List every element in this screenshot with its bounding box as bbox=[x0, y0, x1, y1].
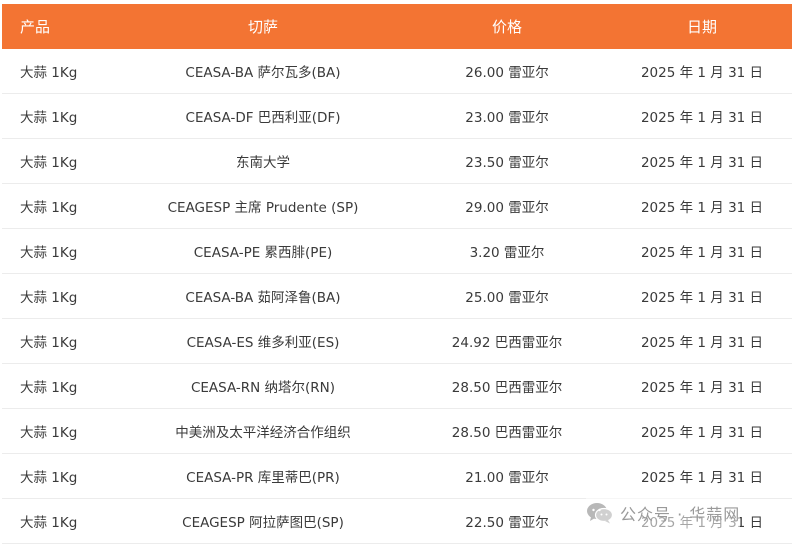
cell-date: 2025 年 1 月 31 日 bbox=[640, 425, 764, 441]
cell-market: CEASA-RN 纳塔尔(RN) bbox=[190, 380, 336, 396]
cell-date: 2025 年 1 月 31 日 bbox=[640, 380, 764, 396]
cell-date: 2025 年 1 月 31 日 bbox=[640, 65, 764, 81]
cell-date: 2025 年 1 月 31 日 bbox=[640, 245, 764, 261]
cell-product: 大蒜 1Kg bbox=[20, 245, 78, 261]
cell-market: CEASA-BA 茹阿泽鲁(BA) bbox=[185, 290, 341, 306]
watermark-text: 公众号 · 华蒜网 bbox=[620, 505, 741, 524]
table-row: 大蒜 1Kg CEASA-BA 萨尔瓦多(BA) 26.00 雷亚尔 2025 … bbox=[2, 49, 792, 94]
table-row: 大蒜 1Kg CEASA-PR 库里蒂巴(PR) 21.00 雷亚尔 2025 … bbox=[2, 454, 792, 499]
table-row: 大蒜 1Kg 中美洲及太平洋经济合作组织 28.50 巴西雷亚尔 2025 年 … bbox=[2, 409, 792, 454]
cell-price: 23.00 雷亚尔 bbox=[465, 110, 549, 126]
cell-date: 2025 年 1 月 31 日 bbox=[640, 110, 764, 126]
table-row: 大蒜 1Kg CEASA-DF 巴西利亚(DF) 23.00 雷亚尔 2025 … bbox=[2, 94, 792, 139]
header-market: 切萨 bbox=[247, 18, 278, 36]
cell-product: 大蒜 1Kg bbox=[20, 65, 78, 81]
cell-product: 大蒜 1Kg bbox=[20, 200, 78, 216]
cell-price: 28.50 巴西雷亚尔 bbox=[451, 425, 563, 441]
cell-price: 22.50 雷亚尔 bbox=[465, 515, 549, 531]
wechat-icon bbox=[587, 503, 614, 524]
cell-market: CEASA-DF 巴西利亚(DF) bbox=[185, 110, 341, 126]
cell-product: 大蒜 1Kg bbox=[20, 335, 78, 351]
cell-market: CEASA-PE 累西腓(PE) bbox=[193, 245, 333, 261]
cell-market: CEASA-PR 库里蒂巴(PR) bbox=[186, 470, 340, 486]
cell-price: 21.00 雷亚尔 bbox=[465, 470, 549, 486]
cell-date: 2025 年 1 月 31 日 bbox=[640, 290, 764, 306]
cell-date: 2025 年 1 月 31 日 bbox=[640, 335, 764, 351]
table-row: 大蒜 1Kg CEASA-RN 纳塔尔(RN) 28.50 巴西雷亚尔 2025… bbox=[2, 364, 792, 409]
table-row: 大蒜 1Kg CEASA-BA 茹阿泽鲁(BA) 25.00 雷亚尔 2025 … bbox=[2, 274, 792, 319]
table-row: 大蒜 1Kg CEASA-ES 维多利亚(ES) 24.92 巴西雷亚尔 202… bbox=[2, 319, 792, 364]
header-price: 价格 bbox=[491, 18, 522, 36]
cell-market: CEASA-ES 维多利亚(ES) bbox=[186, 335, 340, 351]
table-row: 大蒜 1Kg 东南大学 23.50 雷亚尔 2025 年 1 月 31 日 bbox=[2, 139, 792, 184]
cell-product: 大蒜 1Kg bbox=[20, 470, 78, 486]
watermark: 公众号 · 华蒜网 bbox=[586, 498, 741, 528]
header-date: 日期 bbox=[686, 18, 717, 36]
table-row: 大蒜 1Kg CEAGESP 主席 Prudente (SP) 29.00 雷亚… bbox=[2, 184, 792, 229]
cell-product: 大蒜 1Kg bbox=[20, 380, 78, 396]
cell-price: 28.50 巴西雷亚尔 bbox=[451, 380, 563, 396]
cell-product: 大蒜 1Kg bbox=[20, 515, 78, 531]
cell-price: 26.00 雷亚尔 bbox=[465, 65, 549, 81]
cell-market: 中美洲及太平洋经济合作组织 bbox=[175, 425, 351, 441]
cell-product: 大蒜 1Kg bbox=[20, 290, 78, 306]
cell-date: 2025 年 1 月 31 日 bbox=[640, 200, 764, 216]
cell-price: 25.00 雷亚尔 bbox=[465, 290, 549, 306]
cell-product: 大蒜 1Kg bbox=[20, 110, 78, 126]
cell-date: 2025 年 1 月 31 日 bbox=[640, 155, 764, 171]
cell-price: 29.00 雷亚尔 bbox=[465, 200, 549, 216]
cell-date: 2025 年 1 月 31 日 bbox=[640, 470, 764, 486]
header-product: 产品 bbox=[20, 18, 51, 36]
table-header: 产品 切萨 价格 日期 bbox=[2, 4, 792, 49]
cell-market: 东南大学 bbox=[236, 155, 290, 171]
cell-product: 大蒜 1Kg bbox=[20, 155, 78, 171]
table-row: 大蒜 1Kg CEASA-PE 累西腓(PE) 3.20 雷亚尔 2025 年 … bbox=[2, 229, 792, 274]
cell-market: CEASA-BA 萨尔瓦多(BA) bbox=[185, 65, 341, 81]
cell-market: CEAGESP 主席 Prudente (SP) bbox=[167, 200, 359, 216]
cell-price: 3.20 雷亚尔 bbox=[469, 245, 545, 261]
price-table: 产品 切萨 价格 日期 大蒜 1Kg CEASA-BA 萨尔瓦多(BA) 26.… bbox=[2, 4, 792, 544]
cell-product: 大蒜 1Kg bbox=[20, 425, 78, 441]
cell-market: CEAGESP 阿拉萨图巴(SP) bbox=[182, 515, 344, 531]
cell-price: 24.92 巴西雷亚尔 bbox=[451, 335, 563, 351]
cell-price: 23.50 雷亚尔 bbox=[465, 155, 549, 171]
